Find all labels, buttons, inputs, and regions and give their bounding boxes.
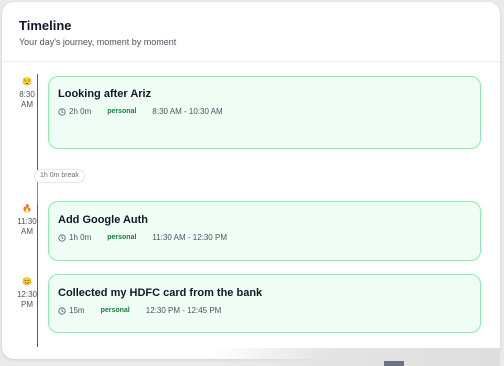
event-meta: 1h 0m personal 11:30 AM - 12:30 PM [58,233,227,242]
event-start-time: 8:30 AM [19,90,35,109]
event-time-marker: 😊 12:30 PM [14,277,40,310]
event-card[interactable]: Looking after Ariz 2h 0m personal 8:30 A… [48,76,481,149]
background-strip [210,348,500,366]
event-meta: 2h 0m personal 8:30 AM - 10:30 AM [58,107,223,116]
event-duration: 2h 0m [69,107,92,116]
header-divider [2,61,500,62]
clock-icon [58,107,66,116]
event-duration: 1h 0m [69,233,92,242]
event-card[interactable]: Add Google Auth 1h 0m personal 11:30 AM … [48,201,481,261]
clock-icon [58,306,66,315]
break-badge: 1h 0m break [34,169,85,183]
event-card[interactable]: Collected my HDFC card from the bank 15m… [48,274,481,333]
category-tag: personal [100,307,130,314]
page-title: Timeline [19,18,72,33]
event-time-range: 12:30 PM - 12:45 PM [145,306,222,315]
mood-emoji: 😊 [22,277,32,286]
clock-icon [58,233,66,242]
category-tag: personal [107,108,137,115]
event-start-time: 11:30 AM [17,217,37,236]
category-tag: personal [107,234,137,241]
event-title: Add Google Auth [58,214,149,226]
event-time-range: 8:30 AM - 10:30 AM [152,107,223,116]
event-start-time: 12:30 PM [16,290,38,309]
event-meta: 15m personal 12:30 PM - 12:45 PM [58,306,221,315]
event-duration: 15m [69,306,85,315]
event-time-marker: 🔥 11:30 AM [14,204,40,237]
timeline-line-free [37,182,38,204]
event-time-range: 11:30 AM - 12:30 PM [152,233,227,242]
event-title: Collected my HDFC card from the bank [58,287,263,299]
mood-emoji: 🔥 [22,204,32,213]
timeline-panel: Timeline Your day's journey, moment by m… [2,2,500,359]
scroll-handle[interactable] [384,361,404,366]
mood-emoji: 😌 [22,77,32,86]
page-subtitle: Your day's journey, moment by moment [19,37,177,47]
event-time-marker: 😌 8:30 AM [14,77,40,110]
event-title: Looking after Ariz [58,88,152,100]
